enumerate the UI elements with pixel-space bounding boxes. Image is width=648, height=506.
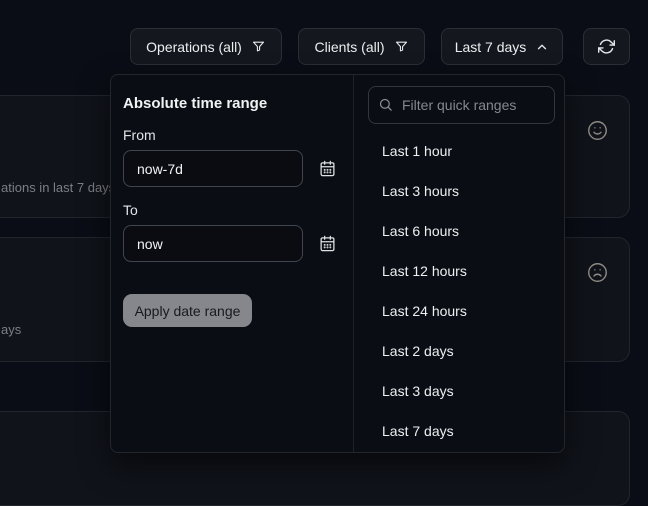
filter-quick-ranges-input[interactable] [368, 86, 555, 124]
calendar-icon[interactable] [319, 160, 336, 177]
to-label: To [123, 202, 353, 218]
clients-filter-label: Clients (all) [314, 39, 384, 55]
smiley-face-icon [587, 120, 608, 141]
quick-range-option[interactable]: Last 3 days [354, 371, 564, 411]
search-icon [378, 97, 393, 112]
funnel-icon [251, 39, 266, 54]
absolute-time-range-title: Absolute time range [123, 95, 353, 112]
time-range-picker-panel: Absolute time range From To Apply date r… [110, 74, 565, 453]
funnel-icon [394, 39, 409, 54]
operations-filter-button[interactable]: Operations (all) [130, 28, 282, 65]
from-input[interactable] [123, 150, 303, 187]
card-subtitle-partial: ations in last 7 days [1, 180, 115, 195]
calendar-icon[interactable] [319, 235, 336, 252]
time-range-button[interactable]: Last 7 days [441, 28, 563, 65]
quick-ranges-section: Last 1 hour Last 3 hours Last 6 hours La… [353, 75, 564, 452]
card-subtitle-partial: ays [1, 322, 21, 337]
clients-filter-button[interactable]: Clients (all) [298, 28, 425, 65]
quick-range-option[interactable]: Last 3 hours [354, 171, 564, 211]
absolute-time-range-section: Absolute time range From To Apply date r… [111, 75, 353, 452]
sad-face-icon [587, 262, 608, 283]
quick-range-option[interactable]: Last 24 hours [354, 291, 564, 331]
chevron-up-icon [535, 40, 549, 54]
apply-date-range-button[interactable]: Apply date range [123, 294, 252, 327]
quick-range-option[interactable]: Last 12 hours [354, 251, 564, 291]
quick-range-option[interactable]: Last 6 hours [354, 211, 564, 251]
quick-range-option[interactable]: Last 2 days [354, 331, 564, 371]
quick-range-option[interactable]: Last 1 hour [354, 131, 564, 171]
quick-ranges-list: Last 1 hour Last 3 hours Last 6 hours La… [354, 131, 564, 451]
refresh-icon [598, 38, 615, 55]
time-range-label: Last 7 days [455, 39, 527, 55]
refresh-button[interactable] [583, 28, 630, 65]
to-input[interactable] [123, 225, 303, 262]
from-label: From [123, 127, 353, 143]
operations-filter-label: Operations (all) [146, 39, 242, 55]
quick-range-option[interactable]: Last 7 days [354, 411, 564, 451]
